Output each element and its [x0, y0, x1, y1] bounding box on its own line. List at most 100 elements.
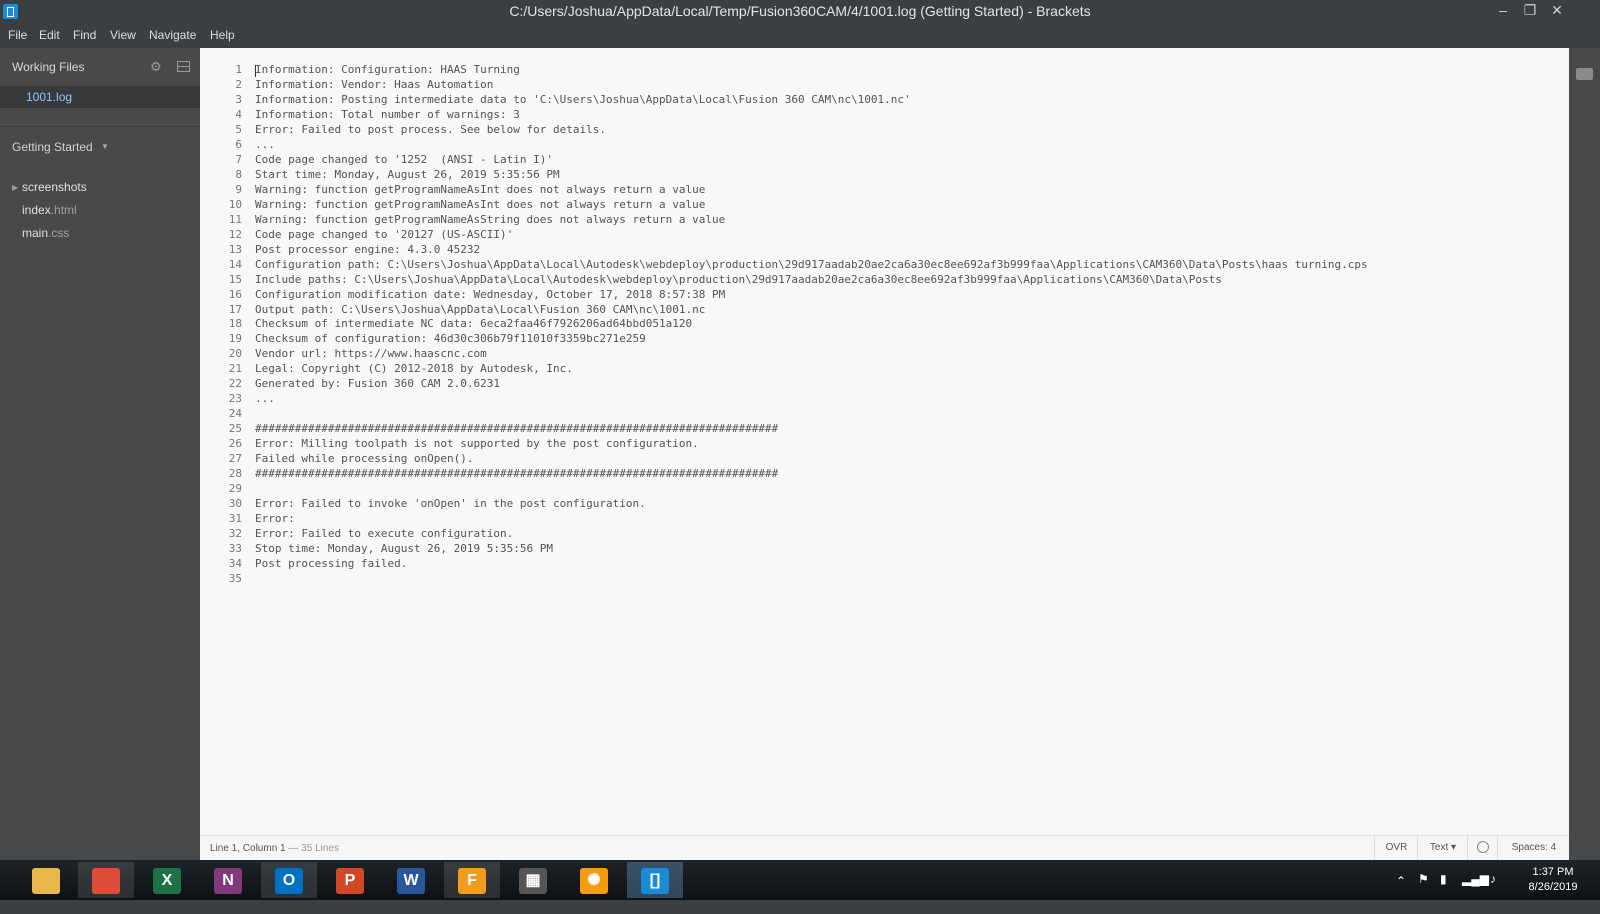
- chevron-right-icon[interactable]: ▶: [12, 183, 18, 192]
- tree-folder-screenshots[interactable]: screenshots: [22, 180, 87, 194]
- tray-up-arrow-icon[interactable]: ⌃: [1396, 874, 1406, 914]
- code-line[interactable]: Post processing failed.: [255, 557, 1368, 572]
- code-line[interactable]: Warning: function getProgramNameAsInt do…: [255, 198, 1368, 213]
- menu-view[interactable]: View: [110, 28, 136, 42]
- working-file-label: 1001.log: [26, 90, 73, 104]
- code-line[interactable]: ########################################…: [255, 467, 1368, 482]
- taskbar-app-onenote[interactable]: N: [200, 862, 256, 898]
- status-bar: Line 1, Column 1 — 35 Lines OVR Text ▾ S…: [200, 835, 1569, 860]
- code-line[interactable]: [255, 407, 1368, 422]
- code-line[interactable]: [255, 482, 1368, 497]
- code-line[interactable]: Include paths: C:\Users\Joshua\AppData\L…: [255, 273, 1368, 288]
- flag-icon[interactable]: ⚑: [1418, 872, 1429, 912]
- line-number: 3: [235, 92, 242, 106]
- code-line[interactable]: Error: Failed to invoke 'onOpen' in the …: [255, 497, 1368, 512]
- code-line[interactable]: Output path: C:\Users\Joshua\AppData\Loc…: [255, 303, 1368, 318]
- line-number: 24: [228, 407, 242, 421]
- taskbar-app-settings-app[interactable]: ✺: [566, 862, 622, 898]
- taskbar-app-outlook[interactable]: O: [261, 862, 317, 898]
- gear-icon[interactable]: ⚙: [150, 59, 162, 75]
- code-editor[interactable]: 1 2 3 4 5 6 7 8 9 10 11 12 13 14 15 16 17 18 19 20 21 22 23 24 2…: [200, 48, 1569, 835]
- line-number: 33: [228, 542, 242, 555]
- code-line[interactable]: Code page changed to '1252 (ANSI - Latin…: [255, 153, 1368, 168]
- taskbar-app-calculator[interactable]: ▦: [505, 862, 561, 898]
- code-line[interactable]: Error:: [255, 512, 1368, 527]
- menu-navigate[interactable]: Navigate: [149, 28, 196, 42]
- taskbar-app-excel[interactable]: X: [139, 862, 195, 898]
- language-select[interactable]: Text ▾: [1417, 836, 1468, 860]
- code-line[interactable]: Checksum of configuration: 46d30c306b79f…: [255, 332, 1368, 347]
- code-line[interactable]: Checksum of intermediate NC data: 6eca2f…: [255, 317, 1368, 332]
- code-line[interactable]: Vendor url: https://www.haascnc.com: [255, 347, 1368, 362]
- code-line[interactable]: Stop time: Monday, August 26, 2019 5:35:…: [255, 542, 1368, 557]
- line-count: — 35 Lines: [285, 843, 339, 854]
- line-number: 12: [228, 227, 242, 241]
- line-number: 13: [228, 242, 242, 256]
- line-number: 19: [228, 332, 242, 346]
- excel-icon: X: [153, 868, 181, 894]
- indent-setting[interactable]: Spaces: 4: [1497, 836, 1570, 860]
- tree-file-index[interactable]: index.html: [22, 203, 77, 217]
- code-line[interactable]: ...: [255, 138, 1368, 153]
- menu-find[interactable]: Find: [73, 28, 96, 42]
- system-clock[interactable]: 1:37 PM 8/26/2019: [1518, 865, 1588, 895]
- line-number: 21: [228, 362, 242, 376]
- tree-file-main[interactable]: main.css: [22, 226, 69, 240]
- code-line[interactable]: ...: [255, 392, 1368, 407]
- line-number: 1: [235, 63, 242, 76]
- code-line[interactable]: Legal: Copyright (C) 2012-2018 by Autode…: [255, 362, 1368, 377]
- taskbar-app-chrome[interactable]: [78, 862, 134, 898]
- taskbar-app-file-explorer[interactable]: [18, 862, 74, 898]
- code-line[interactable]: Information: Configuration: HAAS Turning: [255, 63, 1368, 78]
- line-number: 20: [228, 347, 242, 361]
- code-line[interactable]: Warning: function getProgramNameAsString…: [255, 213, 1368, 228]
- volume-icon[interactable]: ♪: [1490, 872, 1496, 912]
- taskbar-app-brackets[interactable]: []: [627, 862, 683, 898]
- code-line[interactable]: Information: Vendor: Haas Automation: [255, 78, 1368, 93]
- code-line[interactable]: Code page changed to '20127 (US-ASCII)': [255, 228, 1368, 243]
- code-line[interactable]: ########################################…: [255, 422, 1368, 437]
- extension-manager-icon[interactable]: [1576, 68, 1593, 80]
- code-line[interactable]: Warning: function getProgramNameAsInt do…: [255, 183, 1368, 198]
- line-number: 31: [228, 512, 242, 526]
- maximize-button[interactable]: ❐: [1518, 2, 1542, 19]
- ovr-toggle[interactable]: OVR: [1374, 836, 1418, 860]
- split-view-icon[interactable]: [177, 61, 190, 72]
- menu-help[interactable]: Help: [210, 28, 235, 42]
- sidebar-divider: [0, 126, 200, 127]
- minimize-button[interactable]: –: [1491, 2, 1515, 18]
- line-number: 22: [228, 377, 242, 391]
- code-line[interactable]: [255, 572, 1368, 587]
- working-file-item[interactable]: 1001.log: [0, 86, 200, 108]
- code-line[interactable]: Generated by: Fusion 360 CAM 2.0.6231: [255, 377, 1368, 392]
- taskbar-app-powerpoint[interactable]: P: [322, 862, 378, 898]
- network-icon[interactable]: ▂▄▆: [1462, 872, 1489, 912]
- menu-file[interactable]: File: [8, 28, 27, 42]
- code-line[interactable]: Error: Failed to post process. See below…: [255, 123, 1368, 138]
- code-line[interactable]: Post processor engine: 4.3.0 45232: [255, 243, 1368, 258]
- code-line[interactable]: Start time: Monday, August 26, 2019 5:35…: [255, 168, 1368, 183]
- code-line[interactable]: Error: Failed to execute configuration.: [255, 527, 1368, 542]
- code-line[interactable]: Configuration modification date: Wednesd…: [255, 288, 1368, 303]
- line-number: 6: [235, 137, 242, 151]
- chevron-down-icon[interactable]: ▼: [101, 142, 109, 151]
- window-title: C:/Users/Joshua/AppData/Local/Temp/Fusio…: [509, 3, 1091, 19]
- code-line[interactable]: Error: Milling toolpath is not supported…: [255, 437, 1368, 452]
- code-content[interactable]: Information: Configuration: HAAS Turning…: [255, 63, 1368, 587]
- battery-icon[interactable]: ▮: [1440, 872, 1447, 912]
- project-title[interactable]: Getting Started: [12, 140, 93, 154]
- cursor-position-text: Line 1, Column 1: [210, 843, 286, 854]
- calculator-icon: ▦: [519, 868, 547, 894]
- code-line[interactable]: Information: Posting intermediate data t…: [255, 93, 1368, 108]
- code-line[interactable]: Configuration path: C:\Users\Joshua\AppD…: [255, 258, 1368, 273]
- line-number: 34: [228, 556, 242, 570]
- close-button[interactable]: ✕: [1545, 2, 1569, 19]
- text-cursor: [255, 65, 256, 77]
- code-line[interactable]: Information: Total number of warnings: 3: [255, 108, 1368, 123]
- line-number: 27: [228, 452, 242, 466]
- taskbar-app-fusion360[interactable]: F: [444, 862, 500, 898]
- code-line[interactable]: Failed while processing onOpen().: [255, 452, 1368, 467]
- linter-status[interactable]: [1467, 836, 1498, 860]
- taskbar-app-word[interactable]: W: [383, 862, 439, 898]
- menu-edit[interactable]: Edit: [39, 28, 60, 42]
